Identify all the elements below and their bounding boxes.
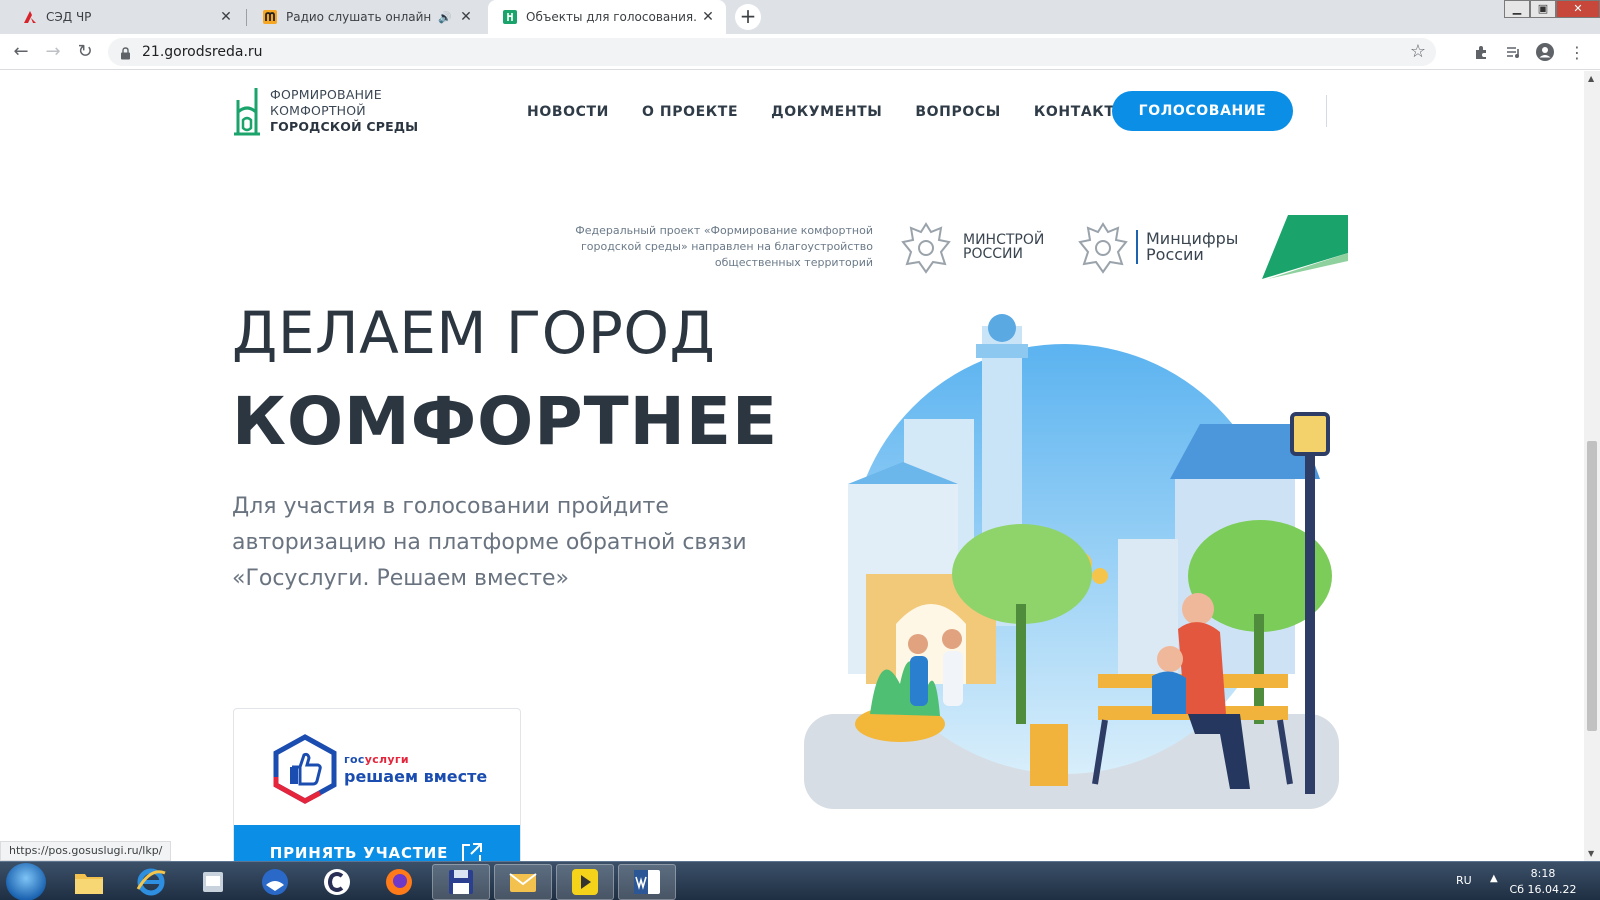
gosuslugi-small-text: госуслуги [344, 753, 487, 766]
tab-title: Радио слушать онлайн бесп [286, 10, 432, 24]
clock-time: 8:18 [1530, 867, 1556, 880]
brand-uslugi: услуги [364, 752, 409, 766]
radio-icon [262, 9, 278, 25]
start-button[interactable] [6, 863, 46, 900]
sed-icon [22, 9, 38, 25]
gosuslugi-brand: госуслуги решаем вместе [270, 733, 487, 805]
media-control-icon[interactable] [1502, 41, 1524, 63]
scrollbar-thumb[interactable] [1587, 441, 1597, 731]
city-park-illustration [804, 314, 1339, 809]
partner-minstroy[interactable]: МИНСТРОЙ РОССИИ [897, 218, 1044, 276]
close-icon[interactable]: ✕ [700, 9, 716, 25]
national-projects-logo [1262, 215, 1348, 279]
outlook-icon[interactable] [494, 864, 552, 900]
logo-text: ФОРМИРОВАНИЕ КОМФОРТНОЙ ГОРОДСКОЙ СРЕДЫ [270, 87, 418, 135]
tab-voting[interactable]: Объекты для голосования. Чува ✕ [488, 0, 726, 34]
external-link-icon [462, 842, 483, 861]
maximize-button[interactable]: ▣ [1530, 0, 1556, 18]
tab-divider [246, 9, 247, 26]
profile-icon[interactable] [1534, 41, 1556, 63]
partner-name-line-2: РОССИИ [963, 246, 1023, 262]
page-scrollbar[interactable]: ▲ ▼ [1584, 71, 1600, 861]
logo-line-3: ГОРОДСКОЙ СРЕДЫ [270, 119, 419, 134]
coat-of-arms-icon [901, 222, 951, 274]
menu-kebab-icon[interactable]: ⋮ [1566, 41, 1588, 63]
partner-mintsifry[interactable]: Минцифры России [1076, 218, 1238, 276]
thunderbird-icon[interactable] [246, 864, 304, 900]
word-icon[interactable] [618, 864, 676, 900]
gosuslugi-brand-text: госуслуги решаем вместе [344, 753, 487, 786]
gorodsreda-icon [502, 9, 518, 25]
tab-title: СЭД ЧР [46, 10, 92, 24]
gosuslugi-card[interactable]: госуслуги решаем вместе ПРИНЯТЬ УЧАСТИЕ [233, 708, 521, 861]
tab-sed[interactable]: СЭД ЧР ✕ [8, 0, 244, 34]
ie-icon[interactable] [122, 864, 180, 900]
bookmark-star-icon[interactable]: ☆ [1410, 41, 1426, 62]
lock-icon[interactable] [120, 45, 131, 64]
speaker-icon[interactable]: 🔊 [438, 11, 452, 24]
browser-tabstrip: СЭД ЧР ✕ Радио слушать онлайн бесп 🔊 ✕ О… [0, 0, 1600, 34]
minimize-button[interactable]: ▁ [1504, 0, 1530, 18]
windows-taskbar: RU ▲ 8:18 Сб 16.04.22 [0, 861, 1600, 900]
address-bar[interactable]: 21.gorodsreda.ru ☆ [108, 38, 1436, 66]
gorodsreda-logo-icon [234, 88, 260, 136]
save-icon[interactable] [432, 864, 490, 900]
tab-title: Объекты для голосования. Чува [526, 10, 700, 24]
vote-button[interactable]: ГОЛОСОВАНИЕ [1112, 91, 1293, 131]
window-controls: ▁ ▣ ✕ [1504, 0, 1600, 20]
site-logo[interactable]: ФОРМИРОВАНИЕ КОМФОРТНОЙ ГОРОДСКОЙ СРЕДЫ [232, 82, 418, 140]
forward-button[interactable]: → [40, 39, 66, 65]
partner-name-line-2: России [1146, 245, 1204, 264]
scroll-down-icon[interactable]: ▼ [1588, 849, 1594, 858]
thumbs-up-icon [273, 734, 337, 804]
link-status-url: https://pos.gosuslugi.ru/lkp/ [0, 841, 172, 861]
coat-of-arms-icon [1078, 222, 1128, 274]
player-icon[interactable] [556, 864, 614, 900]
close-icon[interactable]: ✕ [218, 9, 234, 25]
scanner-icon[interactable] [184, 864, 242, 900]
partner-national-projects[interactable] [1258, 213, 1352, 281]
new-tab-button[interactable]: + [735, 4, 761, 30]
nav-questions[interactable]: ВОПРОСЫ [915, 104, 1000, 120]
federal-project-text: Федеральный проект «Формирование комфорт… [575, 224, 873, 269]
nav-documents[interactable]: ДОКУМЕНТЫ [771, 104, 882, 120]
main-nav: НОВОСТИ О ПРОЕКТЕ ДОКУМЕНТЫ ВОПРОСЫ КОНТ… [527, 104, 1163, 120]
partner-divider [1136, 230, 1138, 264]
participate-label: ПРИНЯТЬ УЧАСТИЕ [269, 843, 449, 862]
nav-divider [1326, 95, 1327, 127]
system-clock[interactable]: 8:18 Сб 16.04.22 [1508, 866, 1578, 898]
hero-subtitle: Для участия в голосовании пройдите автор… [232, 494, 747, 591]
window-close-button[interactable]: ✕ [1556, 0, 1600, 18]
c-app-icon[interactable] [308, 864, 366, 900]
firefox-icon[interactable] [370, 864, 428, 900]
partner-name: Минцифры России [1146, 231, 1238, 263]
tab-radio[interactable]: Радио слушать онлайн бесп 🔊 ✕ [248, 0, 484, 34]
tray-expand-icon[interactable]: ▲ [1490, 873, 1498, 884]
url-text: 21.gorodsreda.ru [142, 44, 263, 60]
hero-title-line-2: КОМФОРТНЕЕ [232, 383, 779, 460]
language-indicator[interactable]: RU [1456, 874, 1472, 887]
logo-line-1: ФОРМИРОВАНИЕ [270, 87, 382, 102]
nav-about[interactable]: О ПРОЕКТЕ [642, 104, 738, 120]
close-icon[interactable]: ✕ [458, 9, 474, 25]
explorer-icon[interactable] [60, 864, 118, 900]
reload-button[interactable]: ↻ [72, 39, 98, 65]
clock-date: Сб 16.04.22 [1509, 883, 1577, 896]
web-page: ФОРМИРОВАНИЕ КОМФОРТНОЙ ГОРОДСКОЙ СРЕДЫ … [0, 71, 1584, 861]
browser-toolbar: ← → ↻ 21.gorodsreda.ru ☆ ⋮ [0, 34, 1600, 70]
hero-title-line-1: ДЕЛАЕМ ГОРОД [232, 299, 716, 367]
extensions-icon[interactable] [1470, 41, 1492, 63]
partner-name: МИНСТРОЙ РОССИИ [963, 233, 1044, 261]
back-button[interactable]: ← [8, 39, 34, 65]
partner-name-line-1: МИНСТРОЙ [963, 232, 1045, 248]
gosuslugi-big-text: решаем вместе [344, 766, 488, 786]
brand-gos: гос [344, 752, 365, 766]
participate-button[interactable]: ПРИНЯТЬ УЧАСТИЕ [234, 825, 520, 861]
nav-news[interactable]: НОВОСТИ [527, 104, 609, 120]
logo-line-2: КОМФОРТНОЙ [270, 103, 366, 118]
scroll-up-icon[interactable]: ▲ [1588, 74, 1594, 83]
